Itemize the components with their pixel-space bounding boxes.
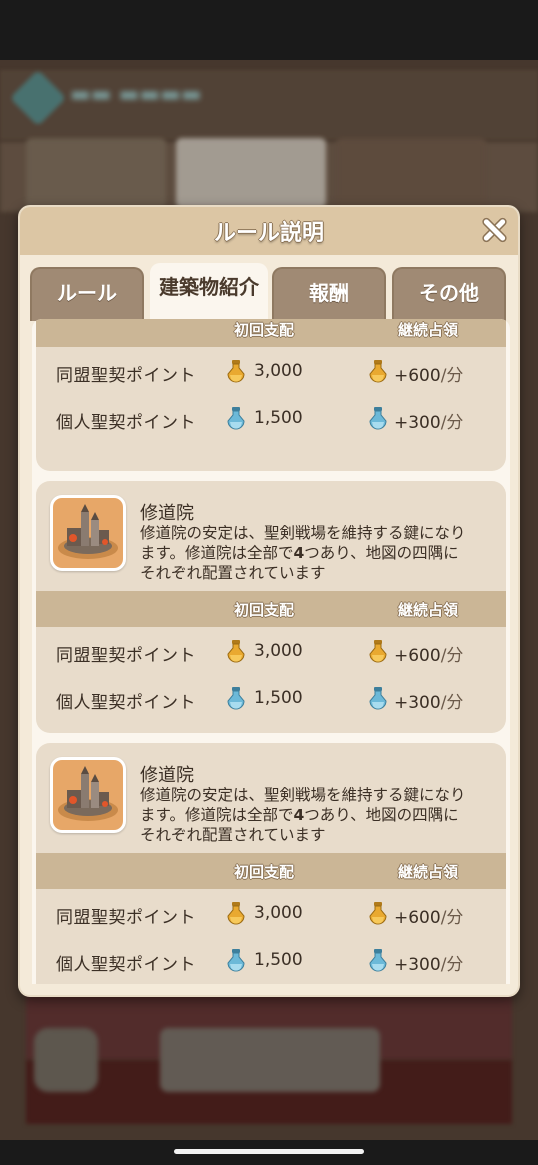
monastery-thumbnail <box>50 757 126 833</box>
tab-rewards[interactable]: 報酬 <box>272 267 386 321</box>
first-value: 1,500 <box>254 950 303 970</box>
table-row: 同盟聖契ポイント 3,000 +600/分 <box>36 627 506 674</box>
tab-buildings[interactable]: 建築物紹介 <box>150 263 268 321</box>
modal-title: ルール説明 <box>213 221 324 246</box>
table-row: 個人聖契ポイント 1,500 +300/分 <box>36 936 506 983</box>
gold-potion-icon <box>369 640 387 663</box>
building-header: 修道院 修道院の安定は、聖剣戦場を維持する鍵になり ます。修道院は全部で4つあり、… <box>36 481 506 591</box>
continuous-value: +600/分 <box>394 908 464 928</box>
table-header: 初回支配 継続占領 <box>36 853 506 889</box>
table-row: 同盟聖契ポイント 3,000 +600/分 <box>36 347 506 394</box>
first-value: 1,500 <box>254 408 303 428</box>
table-header: 初回支配 継続占領 <box>36 591 506 627</box>
close-button[interactable] <box>480 216 508 244</box>
rules-modal: ルール説明 ルール 建築物紹介 報酬 その他 初回支配 継続占領 同盟聖契ポイン… <box>18 205 520 997</box>
building-section: 初回支配 継続占領 同盟聖契ポイント 3,000 +600/分 個人聖契ポイント… <box>36 319 506 471</box>
blue-potion-icon <box>227 687 245 710</box>
table-header: 初回支配 継続占領 <box>36 319 506 347</box>
row-label: 個人聖契ポイント <box>56 693 196 713</box>
first-value: 3,000 <box>254 903 303 923</box>
blue-potion-icon <box>369 949 387 972</box>
building-name: 修道院 <box>140 765 194 786</box>
header-continuous-occupation: 継続占領 <box>398 601 459 619</box>
monastery-icon <box>58 504 118 559</box>
continuous-value: +300/分 <box>394 955 464 975</box>
building-header: 修道院 修道院の安定は、聖剣戦場を維持する鍵になり ます。修道院は全部で4つあり、… <box>36 743 506 853</box>
blue-potion-icon <box>227 407 245 430</box>
tab-other[interactable]: その他 <box>392 267 506 321</box>
building-section: 修道院 修道院の安定は、聖剣戦場を維持する鍵になり ます。修道院は全部で4つあり、… <box>36 481 506 733</box>
header-continuous-occupation: 継続占領 <box>398 863 459 881</box>
table-row: 同盟聖契ポイント 3,000 +600/分 <box>36 889 506 936</box>
header-first-control: 初回支配 <box>234 601 295 619</box>
modal-header: ルール説明 <box>20 207 518 255</box>
gold-potion-icon <box>227 640 245 663</box>
home-indicator <box>174 1149 364 1154</box>
continuous-value: +300/分 <box>394 413 464 433</box>
gold-potion-icon <box>369 902 387 925</box>
gold-potion-icon <box>227 360 245 383</box>
tab-rules[interactable]: ルール <box>30 267 144 321</box>
monastery-icon <box>58 766 118 821</box>
tab-bar: ルール 建築物紹介 報酬 その他 <box>20 255 518 321</box>
header-first-control: 初回支配 <box>234 321 295 339</box>
blue-potion-icon <box>227 949 245 972</box>
continuous-value: +600/分 <box>394 646 464 666</box>
row-label: 同盟聖契ポイント <box>56 366 196 386</box>
gold-potion-icon <box>227 902 245 925</box>
building-section: 修道院 修道院の安定は、聖剣戦場を維持する鍵になり ます。修道院は全部で4つあり、… <box>36 743 506 984</box>
header-first-control: 初回支配 <box>234 863 295 881</box>
table-row: 個人聖契ポイント 1,500 +300/分 <box>36 674 506 721</box>
continuous-value: +600/分 <box>394 366 464 386</box>
row-label: 個人聖契ポイント <box>56 413 196 433</box>
blue-potion-icon <box>369 687 387 710</box>
gold-potion-icon <box>369 360 387 383</box>
building-description: 修道院の安定は、聖剣戦場を維持する鍵になり ます。修道院は全部で4つあり、地図の四… <box>140 524 466 582</box>
first-value: 1,500 <box>254 688 303 708</box>
monastery-thumbnail <box>50 495 126 571</box>
row-label: 同盟聖契ポイント <box>56 908 196 928</box>
row-label: 同盟聖契ポイント <box>56 646 196 666</box>
row-label: 個人聖契ポイント <box>56 955 196 975</box>
continuous-value: +300/分 <box>394 693 464 713</box>
table-row: 個人聖契ポイント 1,500 +300/分 <box>36 394 506 441</box>
building-description: 修道院の安定は、聖剣戦場を維持する鍵になり ます。修道院は全部で4つあり、地図の四… <box>140 786 466 844</box>
buildings-content-scroll[interactable]: 初回支配 継続占領 同盟聖契ポイント 3,000 +600/分 個人聖契ポイント… <box>32 319 510 984</box>
first-value: 3,000 <box>254 361 303 381</box>
first-value: 3,000 <box>254 641 303 661</box>
header-continuous-occupation: 継続占領 <box>398 321 459 339</box>
building-name: 修道院 <box>140 503 194 524</box>
blue-potion-icon <box>369 407 387 430</box>
